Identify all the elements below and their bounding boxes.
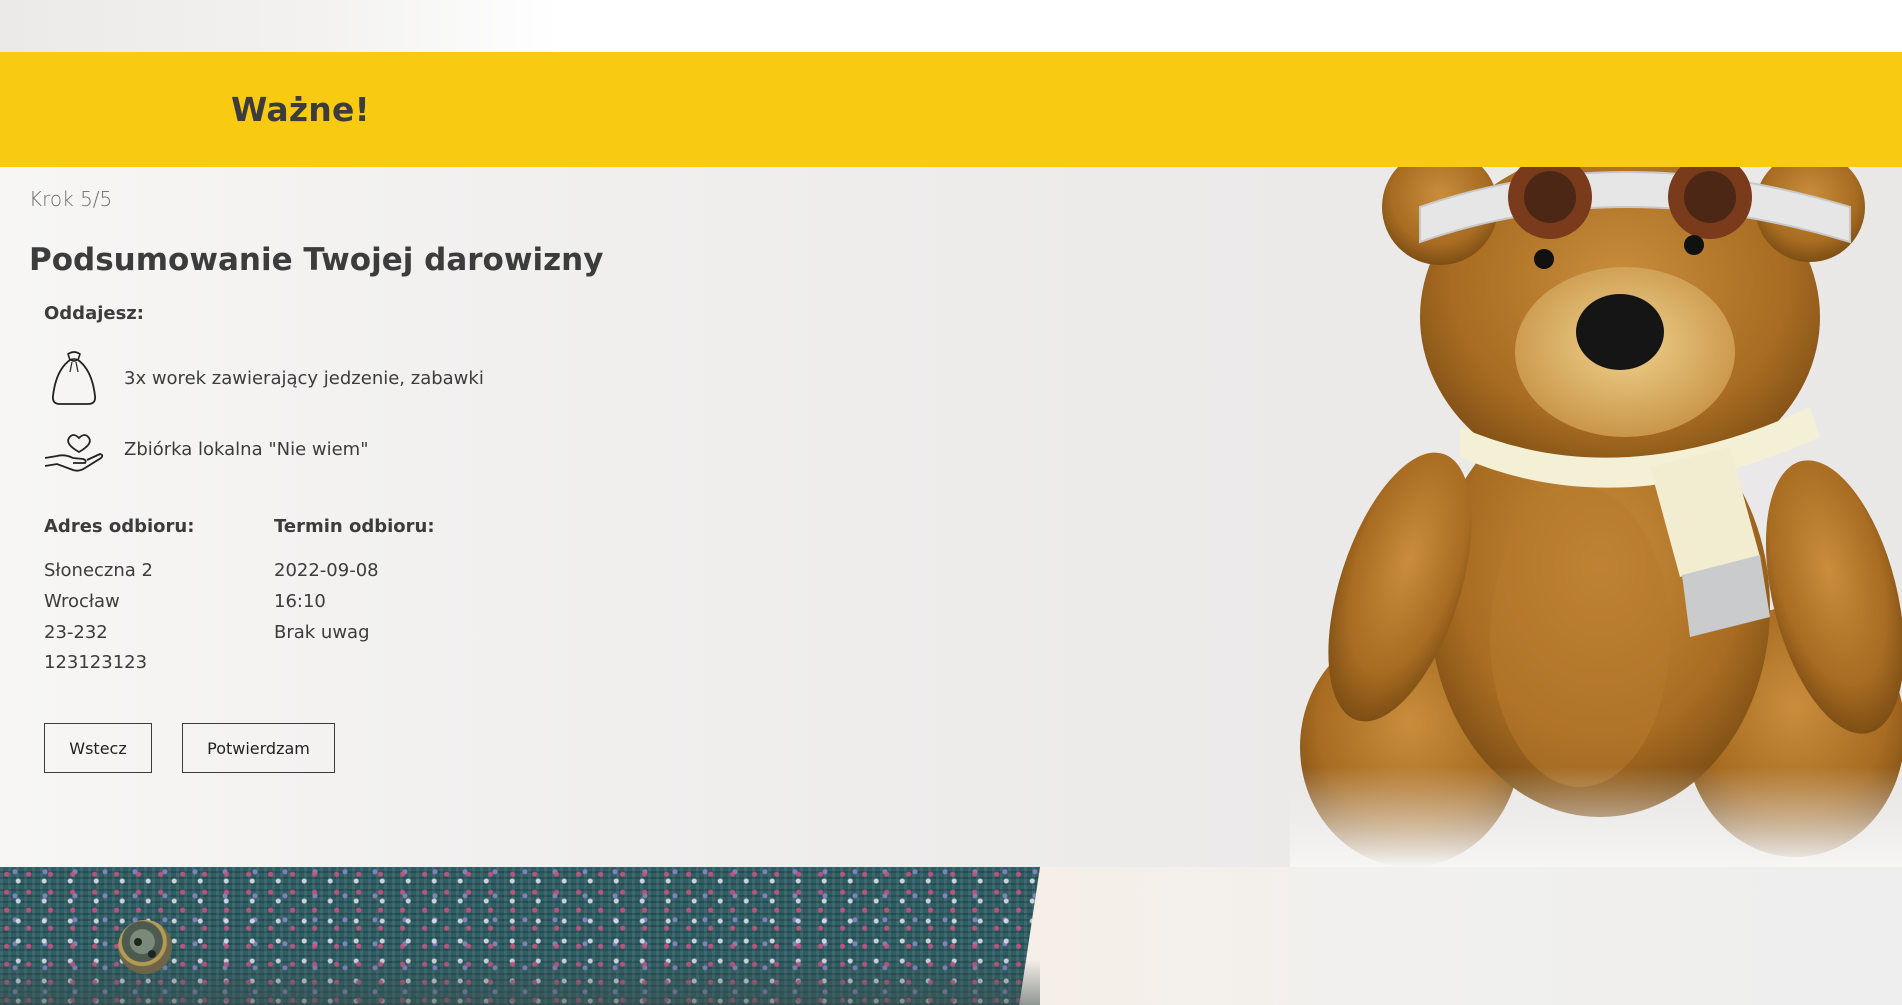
address-label: Adres odbioru: [44,516,195,537]
donation-summary-section: Krok 5/5 Podsumowanie Twojej darowizny O… [0,167,1902,867]
sweater-button-image [118,920,172,974]
pickup-label: Termin odbioru: [274,516,435,537]
back-button[interactable]: Wstecz [44,723,152,773]
button-hole [148,950,156,958]
giving-label: Oddajesz: [44,303,144,324]
address-city: Wrocław [44,591,120,612]
bottom-photo-section [0,867,1902,1005]
address-postcode: 23-232 [44,622,108,643]
heart-hand-icon [43,432,105,479]
button-hole [134,938,142,946]
bag-icon [48,350,100,411]
summary-title: Podsumowanie Twojej darowizny [29,242,604,278]
pickup-date: 2022-09-08 [274,560,379,581]
pickup-notes: Brak uwag [274,622,370,643]
address-street: Słoneczna 2 [44,560,153,581]
important-banner: Ważne! [0,52,1902,167]
banner-title: Ważne! [231,90,370,129]
confirm-button[interactable]: Potwierdzam [182,723,335,773]
organization-text: Zbiórka lokalna "Nie wiem" [124,439,369,460]
step-indicator: Krok 5/5 [29,187,113,211]
pickup-time: 16:10 [274,591,326,612]
teddy-bear-image [1290,167,1902,867]
donation-items-text: 3x worek zawierający jedzenie, zabawki [124,368,484,389]
top-strip [0,0,1902,52]
address-phone: 123123123 [44,652,148,673]
